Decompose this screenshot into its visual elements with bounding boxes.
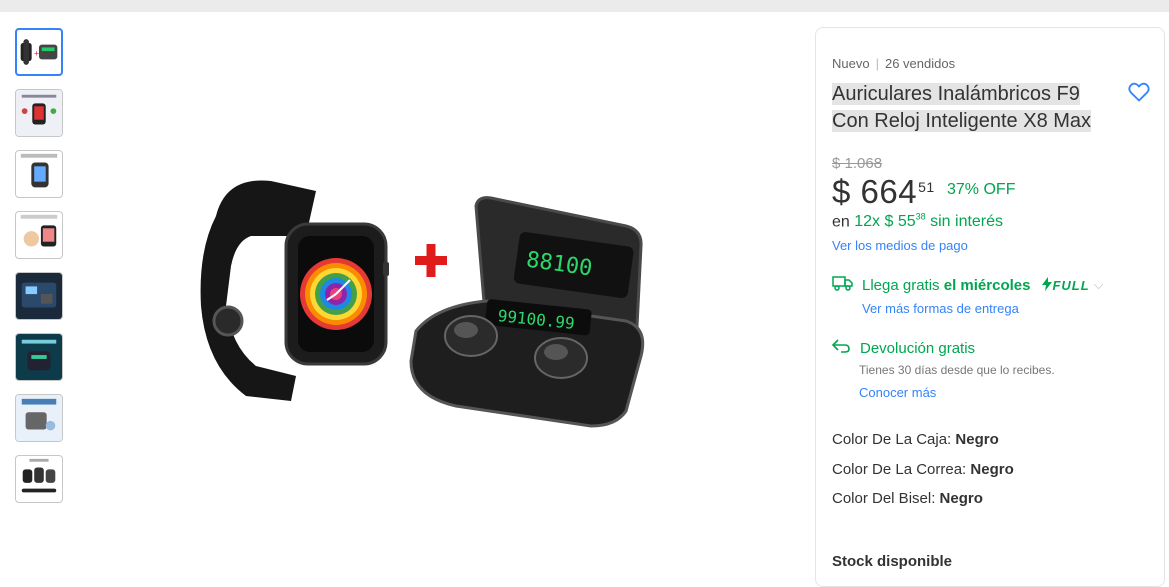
product-title: Auriculares Inalámbricos F9 Con Reloj In…: [832, 81, 1122, 135]
installments-count: 12x $ 55: [854, 213, 916, 231]
payment-methods-link[interactable]: Ver los medios de pago: [832, 238, 968, 253]
current-price: $ 66451: [832, 173, 935, 211]
price-whole: 664: [860, 173, 918, 210]
return-label: Devolución gratis: [860, 339, 976, 357]
return-note: Tienes 30 días desde que lo recibes.: [859, 363, 1055, 377]
price-cents: 51: [918, 179, 935, 195]
installments-amount: 12x $ 5538 sin interés: [854, 212, 1004, 231]
product-title-text: Auriculares Inalámbricos F9 Con Reloj In…: [832, 83, 1092, 132]
shipping-day: el miércoles: [943, 276, 1031, 294]
main-product-image[interactable]: 88100 99100.99: [186, 66, 654, 536]
full-badge: FULL ⌵: [1042, 276, 1105, 294]
return-learn-more-link[interactable]: Conocer más: [859, 385, 936, 400]
product-subtitle: Nuevo | 26 vendidos: [832, 56, 956, 71]
price-currency: $: [832, 173, 851, 210]
thumbnail-1[interactable]: +: [15, 28, 63, 76]
top-bar: [0, 0, 1169, 12]
original-price: $ 1.068: [832, 155, 883, 172]
attribute-label: Color Del Bisel:: [832, 490, 936, 507]
attribute-box-color: Color De La Caja: Negro: [832, 431, 999, 448]
installments-prefix: en: [832, 213, 850, 231]
thumbnail-7[interactable]: [15, 394, 63, 442]
attribute-value: Negro: [939, 490, 983, 507]
attribute-label: Color De La Caja:: [832, 431, 952, 448]
attribute-bezel-color: Color Del Bisel: Negro: [832, 490, 983, 507]
discount-badge: 37% OFF: [947, 181, 1016, 198]
attribute-value: Negro: [970, 461, 1014, 478]
favorite-heart-icon[interactable]: [1127, 80, 1151, 104]
installments-suffix: sin interés: [930, 213, 1004, 231]
attribute-label: Color De La Correa:: [832, 461, 967, 478]
return-arrow-icon: [831, 339, 850, 357]
thumbnail-2[interactable]: [15, 89, 63, 137]
return-info: Devolución gratis: [831, 339, 976, 357]
stock-status: Stock disponible: [832, 553, 953, 570]
svg-text:+: +: [34, 49, 40, 58]
chevron-down-icon[interactable]: ⌵: [1094, 277, 1105, 293]
thumbnail-6[interactable]: [15, 333, 63, 381]
shipping-info: Llega gratis el miércoles FULL ⌵: [832, 275, 1105, 295]
attribute-strap-color: Color De La Correa: Negro: [832, 461, 1014, 478]
attribute-value: Negro: [955, 431, 999, 448]
product-info-panel: Nuevo | 26 vendidos Auriculares Inalámbric…: [815, 27, 1165, 587]
sold-count: 26 vendidos: [884, 56, 956, 71]
truck-icon: [832, 275, 854, 295]
shipping-label: Llega gratis: [862, 276, 940, 294]
thumbnail-8[interactable]: [15, 455, 63, 503]
thumbnail-5[interactable]: [15, 272, 63, 320]
more-shipping-options-link[interactable]: Ver más formas de entrega: [862, 301, 1019, 316]
thumbnail-3[interactable]: [15, 150, 63, 198]
installments-info: en 12x $ 5538 sin interés: [832, 212, 1003, 231]
thumbnail-4[interactable]: [15, 211, 63, 259]
condition-label: Nuevo: [832, 56, 870, 71]
lightning-icon: [1042, 276, 1053, 294]
full-badge-text: FULL: [1052, 277, 1090, 293]
installments-cents: 38: [915, 212, 926, 222]
